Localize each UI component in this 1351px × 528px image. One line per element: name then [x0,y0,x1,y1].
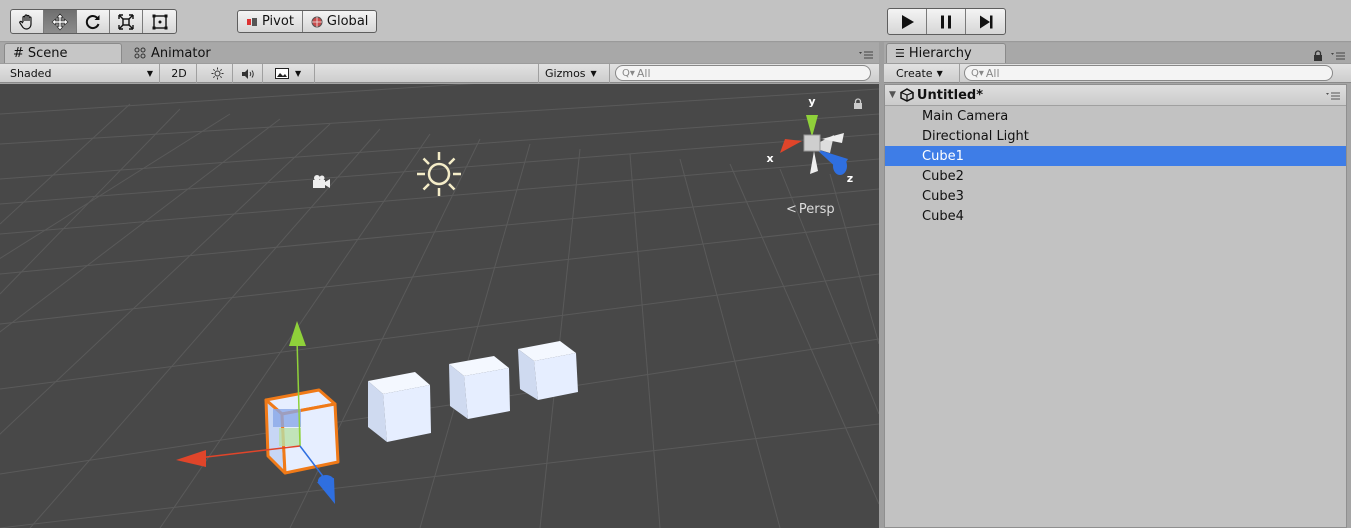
hierarchy-control-bar: Create ▼ Q▾ All [884,63,1351,83]
tab-scene[interactable]: # Scene [4,43,122,63]
shading-mode-dropdown[interactable]: Shaded ▼ [4,64,160,83]
tab-scene-label: Scene [27,46,68,61]
step-button[interactable] [966,9,1005,34]
globe-icon [311,16,323,27]
scene-viewport[interactable]: y x z < Persp [0,84,879,528]
unity-editor-window: Pivot Global # Scene Animator Shaded ▼ 2… [0,0,1351,528]
rotate-tool-button[interactable] [77,10,110,33]
pause-button[interactable] [927,9,966,34]
create-label: Create [896,67,933,80]
hierarchy-search-field[interactable]: Q▾ All [964,65,1333,81]
chevron-down-icon: ▼ [936,69,943,78]
hierarchy-item-label: Cube1 [922,148,964,164]
tab-animator[interactable]: Animator [126,43,219,63]
cube2-object[interactable] [368,372,431,442]
chevron-down-icon: ▼ [295,69,302,78]
hierarchy-item-cube4[interactable]: Cube4 [885,206,1346,226]
hierarchy-panel: ▼ Untitled* Main Camera Directional Ligh… [884,84,1347,528]
rect-tool-button[interactable] [143,10,176,33]
pivot-global-toggles: Pivot Global [237,10,378,33]
unity-scene-icon [900,88,914,102]
image-icon [275,68,289,79]
scene-header-row[interactable]: ▼ Untitled* [885,85,1346,106]
shading-mode-label: Shaded [10,67,52,80]
move-icon [51,13,69,30]
tab-animator-label: Animator [151,45,211,61]
hierarchy-item-cube1[interactable]: Cube1 [885,146,1346,166]
scene-name: Untitled* [916,87,983,103]
tab-hierarchy[interactable]: ☰ Hierarchy [886,43,1006,63]
hierarchy-panel-tabs: ☰ Hierarchy [884,43,1351,63]
hand-icon [19,13,32,30]
scene-objects [176,321,578,504]
hierarchy-item-label: Cube3 [922,188,964,204]
gizmos-label: Gizmos [545,67,586,80]
chevron-down-icon: ▼ [590,69,597,78]
hierarchy-search-placeholder: All [985,66,1000,80]
pivot-label: Pivot [262,14,294,29]
move-tool-button[interactable] [44,10,77,33]
rect-icon [152,14,167,29]
create-dropdown[interactable]: Create ▼ [890,64,960,83]
cube3-object[interactable] [449,356,510,419]
expand-triangle-icon[interactable]: ▼ [889,90,896,100]
pause-icon [941,15,951,28]
search-icon: Q▾ [622,67,635,79]
gizmos-dropdown[interactable]: Gizmos ▼ [538,64,610,83]
speaker-icon [241,68,254,79]
hierarchy-item-label: Main Camera [922,108,1009,124]
play-icon [902,14,914,29]
rotate-icon [85,14,100,29]
hand-tool-button[interactable] [11,10,44,33]
main-toolbar: Pivot Global [0,0,1351,42]
hierarchy-item-label: Cube2 [922,168,964,184]
sun-small-icon [211,67,224,80]
chevron-down-icon: ▼ [146,69,153,78]
audio-toggle[interactable] [233,64,263,83]
scene-control-bar: Shaded ▼ 2D ▼ Gizmos ▼ Q▾ All [0,63,879,83]
panel-menu-icon[interactable] [1331,52,1345,60]
scale-icon [118,13,134,30]
cube1-object[interactable] [264,388,340,475]
hierarchy-item-cube2[interactable]: Cube2 [885,166,1346,186]
scene-search-field[interactable]: Q▾ All [615,65,871,81]
pivot-icon [247,17,257,26]
hierarchy-item-directional-light[interactable]: Directional Light [885,126,1346,146]
scene-search-placeholder: All [636,66,651,80]
scene-panel-tabs: # Scene Animator [0,43,879,63]
grid-icon: # [13,46,24,61]
global-label: Global [326,14,369,29]
context-menu-icon[interactable] [1326,92,1340,100]
hierarchy-item-label: Cube4 [922,208,964,224]
lighting-toggle[interactable] [203,64,233,83]
hierarchy-item-cube3[interactable]: Cube3 [885,186,1346,206]
animator-icon [134,47,146,59]
step-icon [979,15,992,28]
global-button[interactable]: Global [303,11,376,32]
scale-tool-button[interactable] [110,10,143,33]
cube4-object[interactable] [518,341,578,400]
mode-2d-toggle[interactable]: 2D [162,64,197,83]
pivot-button[interactable]: Pivot [238,11,303,32]
play-controls [887,8,1006,35]
effects-dropdown[interactable]: ▼ [269,64,315,83]
tab-hierarchy-label: Hierarchy [908,46,972,61]
transform-tools [10,9,177,34]
hierarchy-item-main-camera[interactable]: Main Camera [885,106,1346,126]
play-button[interactable] [888,9,927,34]
panel-menu-icon[interactable] [859,51,873,59]
list-icon: ☰ [895,47,905,60]
mode-2d-label: 2D [171,67,187,80]
lock-icon[interactable] [1313,50,1323,61]
hierarchy-item-label: Directional Light [922,128,1029,144]
search-icon: Q▾ [971,67,984,79]
